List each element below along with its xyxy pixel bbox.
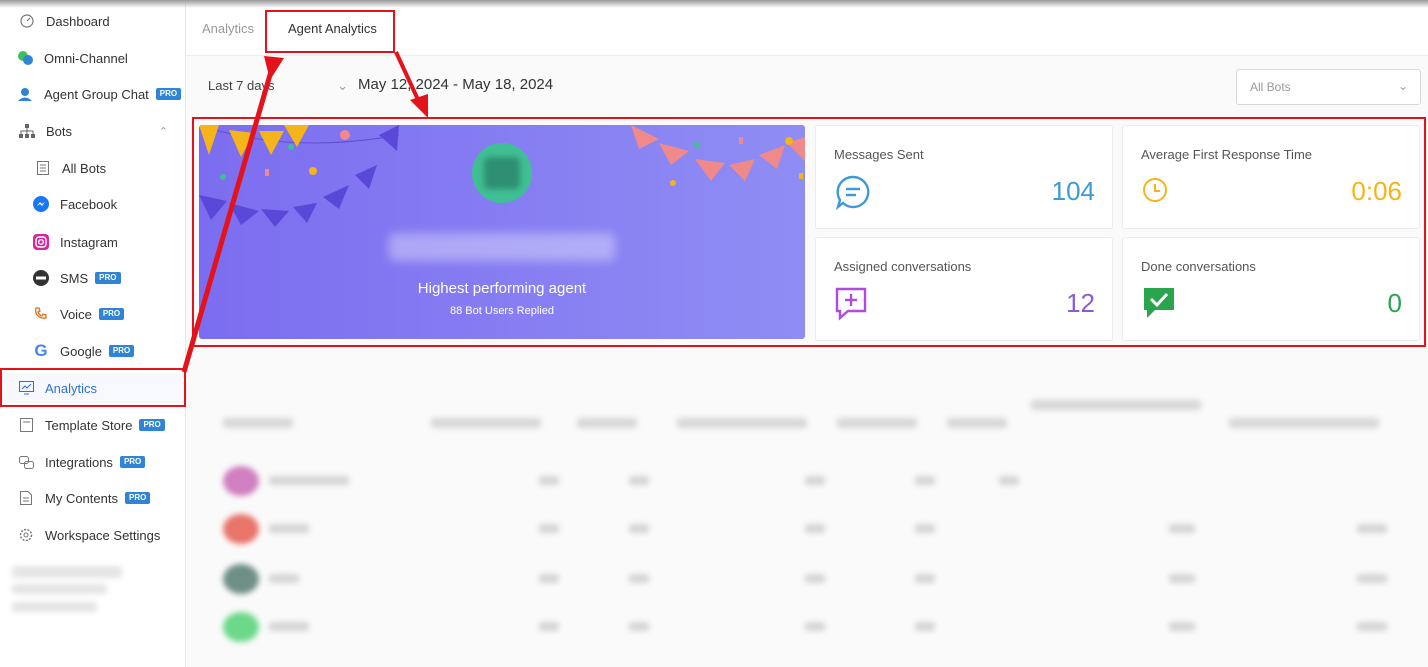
gear-icon xyxy=(17,526,35,544)
sidebar-item-agent-group-chat[interactable]: Agent Group Chat PRO xyxy=(0,79,186,109)
main-content: Analytics Agent Analytics Last 7 days ⌄ … xyxy=(186,0,1428,667)
message-bubble-icon xyxy=(834,174,872,211)
agent-table-blurred xyxy=(199,380,1414,667)
chat-bubbles-icon xyxy=(16,49,34,67)
sidebar-item-label: Facebook xyxy=(60,196,118,212)
pro-badge: PRO xyxy=(155,88,182,100)
sidebar: Dashboard Omni-Channel Agent Group Chat … xyxy=(0,0,186,667)
sidebar-item-label: Dashboard xyxy=(46,13,110,29)
pro-badge: PRO xyxy=(139,419,165,431)
google-icon: G xyxy=(34,341,48,360)
document-icon xyxy=(17,489,35,507)
sidebar-item-all-bots[interactable]: All Bots xyxy=(0,153,186,183)
sidebar-item-label: Template Store xyxy=(45,417,133,433)
top-agent-card: Highest performing agent 88 Bot Users Re… xyxy=(199,125,805,339)
sidebar-item-workspace-settings[interactable]: Workspace Settings xyxy=(0,520,186,550)
sidebar-item-bots[interactable]: Bots ⌃ xyxy=(0,116,186,146)
chevron-up-icon[interactable]: ⌃ xyxy=(159,125,168,138)
hero-subtitle: 88 Bot Users Replied xyxy=(450,305,554,317)
sidebar-item-label: Omni-Channel xyxy=(44,50,128,66)
sidebar-item-analytics[interactable]: Analytics xyxy=(0,373,186,403)
bots-select[interactable]: All Bots ⌄ xyxy=(1236,69,1421,105)
sidebar-item-instagram[interactable]: Instagram xyxy=(0,227,186,257)
hero-title: Highest performing agent xyxy=(417,280,587,297)
bots-select-value: All Bots xyxy=(1250,80,1291,94)
range-value: Last 7 days xyxy=(208,78,275,93)
sidebar-item-label: Google xyxy=(60,343,102,359)
sidebar-item-label: Voice xyxy=(60,306,92,322)
sidebar-item-label: Agent Group Chat xyxy=(44,86,149,102)
pro-badge: PRO xyxy=(119,456,146,468)
phone-icon xyxy=(32,305,50,323)
analytics-chart-icon xyxy=(17,379,35,397)
pro-badge: PRO xyxy=(124,492,151,504)
chevron-down-icon: ⌄ xyxy=(337,78,348,93)
sidebar-item-template-store[interactable]: Template Store PRO xyxy=(0,410,186,440)
sidebar-item-dashboard[interactable]: Dashboard xyxy=(0,6,186,36)
top-agent-name-blurred xyxy=(389,233,615,261)
clock-icon xyxy=(1141,174,1179,210)
pro-badge: PRO xyxy=(95,272,121,284)
sidebar-item-label: Integrations xyxy=(45,454,113,470)
messenger-icon xyxy=(32,195,50,213)
sidebar-item-label: SMS xyxy=(60,270,89,286)
stat-card-done-conversations: Done conversations 0 xyxy=(1122,237,1420,341)
top-agent-avatar xyxy=(472,143,532,203)
app-window: Dashboard Omni-Channel Agent Group Chat … xyxy=(0,0,1428,667)
check-message-icon xyxy=(1141,286,1179,322)
instagram-icon xyxy=(32,233,50,251)
hierarchy-icon xyxy=(18,122,36,140)
sidebar-item-omni-channel[interactable]: Omni-Channel xyxy=(0,43,186,73)
stat-label: Done conversations xyxy=(1141,259,1256,274)
sms-icon xyxy=(32,269,50,287)
stat-label: Messages Sent xyxy=(834,147,924,162)
tab-agent-analytics[interactable]: Agent Analytics xyxy=(288,21,377,36)
sidebar-item-integrations[interactable]: Integrations PRO xyxy=(0,447,186,477)
filter-bar: Last 7 days ⌄ May 12, 2024 - May 18, 202… xyxy=(186,56,1428,116)
dashboard-icon xyxy=(18,12,36,30)
agent-headset-icon xyxy=(16,85,34,103)
stat-label: Assigned conversations xyxy=(834,259,972,274)
stat-card-messages-sent: Messages Sent 104 xyxy=(815,125,1113,229)
list-icon xyxy=(34,159,52,177)
stat-card-assigned-conversations: Assigned conversations 12 xyxy=(815,237,1113,341)
tab-analytics[interactable]: Analytics xyxy=(202,21,254,36)
sidebar-item-sms[interactable]: SMS PRO xyxy=(0,263,186,293)
sidebar-item-voice[interactable]: Voice PRO xyxy=(0,299,186,329)
stat-label: Average First Response Time xyxy=(1141,147,1312,162)
tab-bar: Analytics Agent Analytics xyxy=(186,0,1428,56)
date-range-text: May 12, 2024 - May 18, 2024 xyxy=(358,76,554,93)
stat-value: 12 xyxy=(1066,288,1095,318)
sidebar-item-google[interactable]: G Google PRO xyxy=(0,336,186,366)
stat-value: 0 xyxy=(1387,288,1402,318)
sidebar-item-label: Analytics xyxy=(45,380,98,396)
stat-card-avg-first-response: Average First Response Time 0:06 xyxy=(1122,125,1420,229)
stat-value: 104 xyxy=(1051,176,1095,206)
sidebar-item-label: My Contents xyxy=(45,490,118,506)
sidebar-item-my-contents[interactable]: My Contents PRO xyxy=(0,483,186,513)
pro-badge: PRO xyxy=(108,345,135,357)
date-range-select[interactable]: Last 7 days ⌄ xyxy=(208,78,348,93)
sidebar-item-label: Instagram xyxy=(60,234,118,250)
top-shadow xyxy=(0,0,1428,8)
sidebar-item-label: Bots xyxy=(46,123,73,139)
chevron-down-icon: ⌄ xyxy=(1397,79,1408,93)
sidebar-item-label: Workspace Settings xyxy=(45,527,161,543)
sidebar-item-label: All Bots xyxy=(62,160,107,176)
add-message-icon xyxy=(834,286,872,322)
stat-value: 0:06 xyxy=(1351,176,1402,206)
pro-badge: PRO xyxy=(98,308,125,320)
integrations-icon xyxy=(17,453,35,471)
sidebar-item-facebook[interactable]: Facebook xyxy=(0,189,186,219)
template-icon xyxy=(17,416,35,434)
